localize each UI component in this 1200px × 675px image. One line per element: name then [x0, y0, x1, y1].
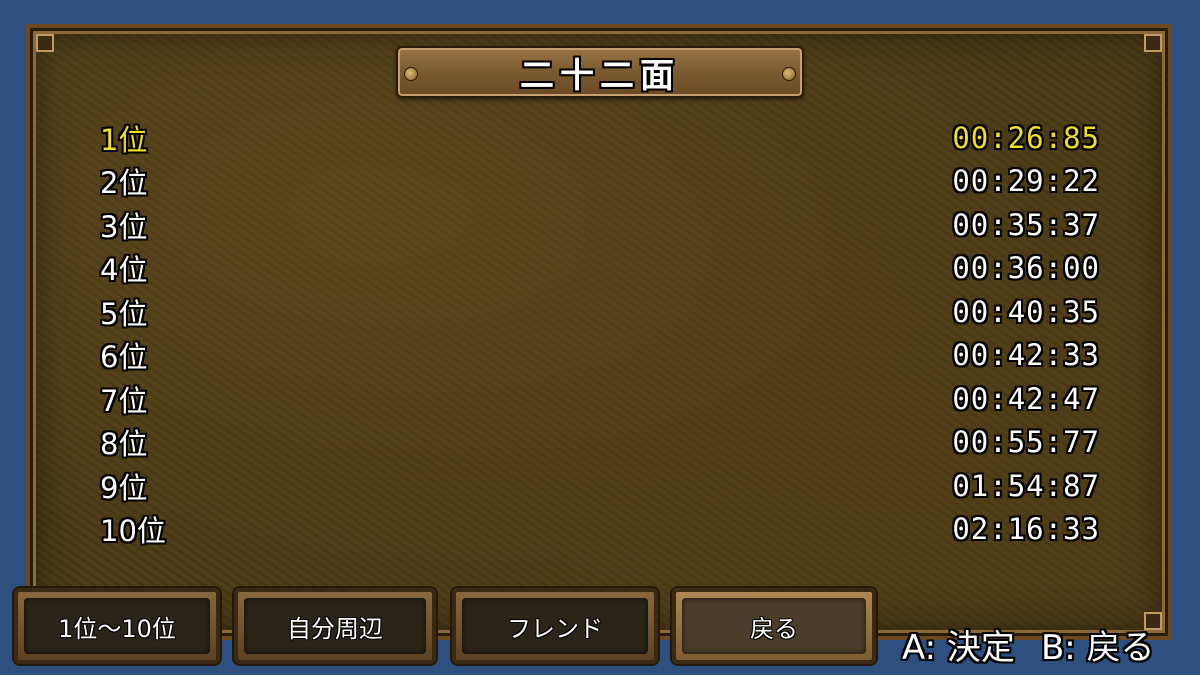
ranking-row: 8位 00:55:77 — [100, 421, 1100, 465]
ranking-row: 6位 00:42:33 — [100, 334, 1100, 378]
rank-label: 7位 — [100, 383, 148, 418]
back-hint: B: 戻る — [1040, 627, 1155, 668]
tab-label: 自分周辺 — [287, 614, 383, 643]
tab-top-ten[interactable]: 1位～10位 — [12, 586, 222, 666]
rank-label: 8位 — [100, 427, 148, 462]
rank-label: 10位 — [100, 514, 166, 549]
ranking-list: 1位 00:26:85 2位 00:29:22 3位 00:35:37 4位 0… — [100, 116, 1100, 551]
controller-hints: A: 決定 B: 戻る — [902, 620, 1192, 668]
ranking-row: 9位 01:54:87 — [100, 464, 1100, 508]
title-plate: 二十二面 — [396, 46, 804, 98]
ranking-row: 4位 00:36:00 — [100, 247, 1100, 291]
rank-time: 00:55:77 — [952, 425, 1100, 460]
ranking-row: 10位 02:16:33 — [100, 508, 1100, 552]
rank-label: 4位 — [100, 253, 148, 288]
tab-label: フレンド — [507, 614, 603, 643]
panel-corner-ornament — [36, 34, 54, 52]
ranking-row: 7位 00:42:47 — [100, 377, 1100, 421]
tab-label: 戻る — [750, 614, 798, 643]
panel-corner-ornament — [1144, 34, 1162, 52]
tab-label: 1位～10位 — [58, 614, 176, 643]
rank-time: 00:40:35 — [952, 294, 1100, 329]
ranking-row: 2位 00:29:22 — [100, 160, 1100, 204]
ranking-row: 1位 00:26:85 — [100, 116, 1100, 160]
rank-time: 00:42:47 — [952, 381, 1100, 416]
rank-label: 9位 — [100, 470, 148, 505]
rank-label: 2位 — [100, 166, 148, 201]
rank-time: 00:29:22 — [952, 164, 1100, 199]
rivet-icon — [404, 67, 418, 81]
ranking-row: 5位 00:40:35 — [100, 290, 1100, 334]
rank-label: 1位 — [100, 122, 148, 157]
back-button[interactable]: 戻る — [670, 586, 878, 666]
rank-label: 6位 — [100, 340, 148, 375]
rank-time: 00:42:33 — [952, 338, 1100, 373]
ranking-row: 3位 00:35:37 — [100, 203, 1100, 247]
rank-time: 00:26:85 — [952, 120, 1100, 155]
stage-title: 二十二面 — [520, 55, 680, 96]
rank-time: 01:54:87 — [952, 468, 1100, 503]
rank-time: 02:16:33 — [952, 512, 1100, 547]
rank-time: 00:36:00 — [952, 251, 1100, 286]
confirm-hint: A: 決定 — [902, 627, 1015, 668]
rank-time: 00:35:37 — [952, 207, 1100, 242]
rank-label: 3位 — [100, 209, 148, 244]
tab-around-me[interactable]: 自分周辺 — [232, 586, 438, 666]
rivet-icon — [782, 67, 796, 81]
tab-friends[interactable]: フレンド — [450, 586, 660, 666]
rank-label: 5位 — [100, 296, 148, 331]
